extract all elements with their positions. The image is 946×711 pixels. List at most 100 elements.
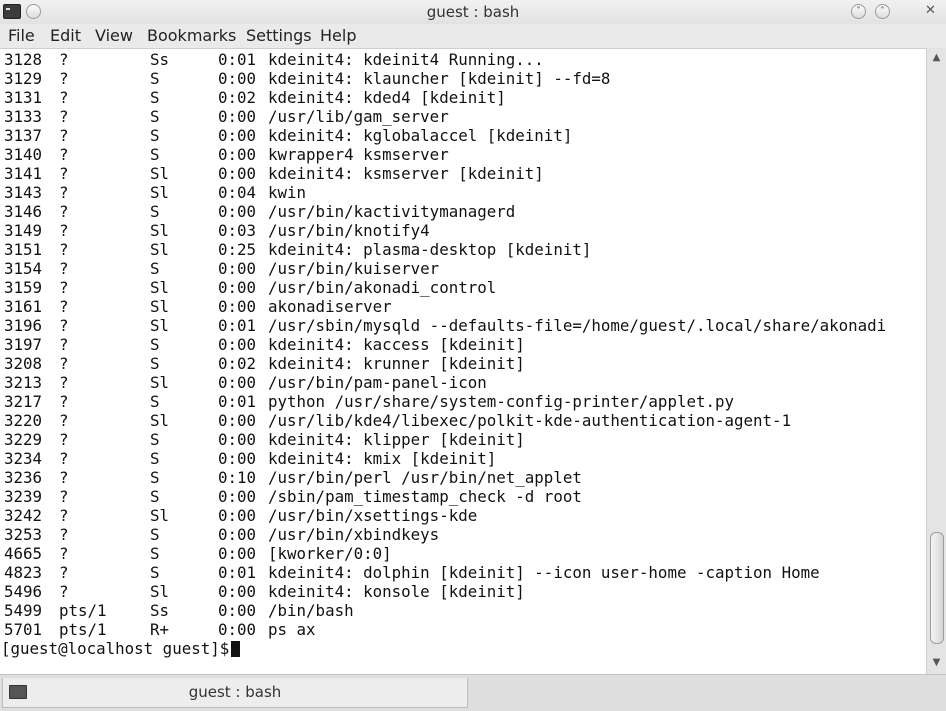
process-stat: S <box>150 354 160 373</box>
process-pid: 3234 <box>4 449 43 468</box>
process-cmd: kdeinit4: klipper [kdeinit] <box>268 430 525 449</box>
menu-settings[interactable]: Settings <box>246 26 312 45</box>
scroll-down-icon[interactable]: ▼ <box>929 655 944 670</box>
process-stat: S <box>150 88 160 107</box>
maximize-button[interactable]: ˄ <box>875 4 890 19</box>
close-button[interactable]: ✕ <box>923 4 938 19</box>
process-row: 3217? S 0:01 python /usr/share/system-confi… <box>4 392 886 411</box>
process-tty: ? <box>59 297 69 316</box>
process-cmd: /usr/sbin/mysqld --defaults-file=/home/g… <box>268 316 887 335</box>
process-time: 0:00 <box>218 487 257 506</box>
process-row: 3213? Sl 0:00/usr/bin/pam-panel-icon <box>4 373 886 392</box>
process-pid: 3143 <box>4 183 43 202</box>
process-row: 3146? S 0:00/usr/bin/kactivitymanagerd <box>4 202 886 221</box>
process-pid: 3128 <box>4 50 43 69</box>
process-cmd: kdeinit4: dolphin [kdeinit] --icon user-… <box>268 563 820 582</box>
menu-help[interactable]: Help <box>320 26 356 45</box>
process-time: 0:00 <box>218 335 257 354</box>
process-cmd: kdeinit4: konsole [kdeinit] <box>268 582 525 601</box>
process-tty: ? <box>59 202 69 221</box>
process-stat: S <box>150 69 160 88</box>
menu-bookmarks[interactable]: Bookmarks <box>147 26 236 45</box>
process-stat: S <box>150 544 160 563</box>
process-time: 0:00 <box>218 297 257 316</box>
process-cmd: /sbin/pam_timestamp_check -d root <box>268 487 582 506</box>
process-row: 3242? Sl 0:00/usr/bin/xsettings-kde <box>4 506 886 525</box>
minimize-button[interactable]: ˅ <box>851 4 866 19</box>
tab-guest-bash[interactable]: guest : bash <box>2 678 468 708</box>
process-row: 3234? S 0:00 kdeinit4: kmix [kdeinit] <box>4 449 886 468</box>
scroll-thumb[interactable] <box>930 532 944 644</box>
process-tty: ? <box>59 126 69 145</box>
process-stat: S <box>150 563 160 582</box>
tab-label: guest : bash <box>188 683 282 701</box>
process-cmd: kdeinit4: kded4 [kdeinit] <box>268 88 506 107</box>
menu-edit[interactable]: Edit <box>50 26 81 45</box>
menu-view[interactable]: View <box>95 26 133 45</box>
process-row: 3196? Sl 0:01/usr/sbin/mysqld --defaults-f… <box>4 316 886 335</box>
process-stat: Sl <box>150 582 170 601</box>
process-tty: ? <box>59 449 69 468</box>
process-stat: S <box>150 430 160 449</box>
process-row: 3208? S 0:02 kdeinit4: krunner [kdeinit] <box>4 354 886 373</box>
process-time: 0:00 <box>218 202 257 221</box>
process-pid: 3213 <box>4 373 43 392</box>
process-cmd: kdeinit4: plasma-desktop [kdeinit] <box>268 240 592 259</box>
process-tty: ? <box>59 50 69 69</box>
process-stat: S <box>150 335 160 354</box>
process-row: 3129? S 0:00 kdeinit4: klauncher [kdeinit] … <box>4 69 886 88</box>
process-stat: S <box>150 259 160 278</box>
process-tty: ? <box>59 525 69 544</box>
process-pid: 3239 <box>4 487 43 506</box>
process-row: 3154? S 0:00/usr/bin/kuiserver <box>4 259 886 278</box>
process-pid: 3196 <box>4 316 43 335</box>
process-stat: S <box>150 145 160 164</box>
process-cmd: kwin <box>268 183 307 202</box>
process-time: 0:02 <box>218 354 257 373</box>
process-time: 0:04 <box>218 183 257 202</box>
process-time: 0:00 <box>218 278 257 297</box>
menu-file[interactable]: File <box>8 26 35 45</box>
process-row: 5496? Sl 0:00 kdeinit4: konsole [kdeinit] <box>4 582 886 601</box>
process-time: 0:01 <box>218 563 257 582</box>
process-row: 3159? Sl 0:00/usr/bin/akonadi_control <box>4 278 886 297</box>
menu-bar: File Edit View Bookmarks Settings Help <box>0 24 946 48</box>
process-cmd: /usr/bin/akonadi_control <box>268 278 497 297</box>
process-stat: Sl <box>150 411 170 430</box>
prompt-line[interactable]: [guest@localhost guest]$ <box>1 639 886 658</box>
process-list: 3128? Ss 0:01 kdeinit4: kdeinit4 Running...… <box>1 50 886 658</box>
process-cmd: ps ax <box>268 620 316 639</box>
process-row: 3161? Sl 0:00 akonadiserver <box>4 297 886 316</box>
process-stat: Sl <box>150 316 170 335</box>
process-row: 3131? S 0:02 kdeinit4: kded4 [kdeinit] <box>4 88 886 107</box>
process-time: 0:02 <box>218 88 257 107</box>
process-time: 0:00 <box>218 582 257 601</box>
process-tty: pts/1 <box>59 601 107 620</box>
process-pid: 3137 <box>4 126 43 145</box>
process-row: 3229? S 0:00 kdeinit4: klipper [kdeinit] <box>4 430 886 449</box>
process-pid: 3154 <box>4 259 43 278</box>
terminal-output[interactable]: 3128? Ss 0:01 kdeinit4: kdeinit4 Running...… <box>0 48 926 675</box>
process-stat: S <box>150 392 160 411</box>
process-pid: 3161 <box>4 297 43 316</box>
process-cmd: /usr/bin/kactivitymanagerd <box>268 202 516 221</box>
process-pid: 5496 <box>4 582 43 601</box>
process-tty: ? <box>59 544 69 563</box>
vertical-scrollbar[interactable]: ▲ ▼ <box>926 48 946 674</box>
process-tty: ? <box>59 259 69 278</box>
process-tty: ? <box>59 354 69 373</box>
title-bar[interactable]: guest : bash ˅ ˄ ✕ <box>0 0 946 25</box>
process-tty: ? <box>59 278 69 297</box>
process-cmd: akonadiserver <box>268 297 392 316</box>
process-pid: 3236 <box>4 468 43 487</box>
text-cursor <box>231 641 241 657</box>
process-pid: 3159 <box>4 278 43 297</box>
process-row: 3197? S 0:00 kdeinit4: kaccess [kdeinit] <box>4 335 886 354</box>
process-cmd: python /usr/share/system-config-printer/… <box>268 392 735 411</box>
process-pid: 3149 <box>4 221 43 240</box>
process-time: 0:00 <box>218 525 257 544</box>
process-tty: ? <box>59 430 69 449</box>
process-row: 3151? Sl 0:25 kdeinit4: plasma-desktop [kde… <box>4 240 886 259</box>
process-time: 0:00 <box>218 620 257 639</box>
scroll-up-icon[interactable]: ▲ <box>929 50 944 65</box>
